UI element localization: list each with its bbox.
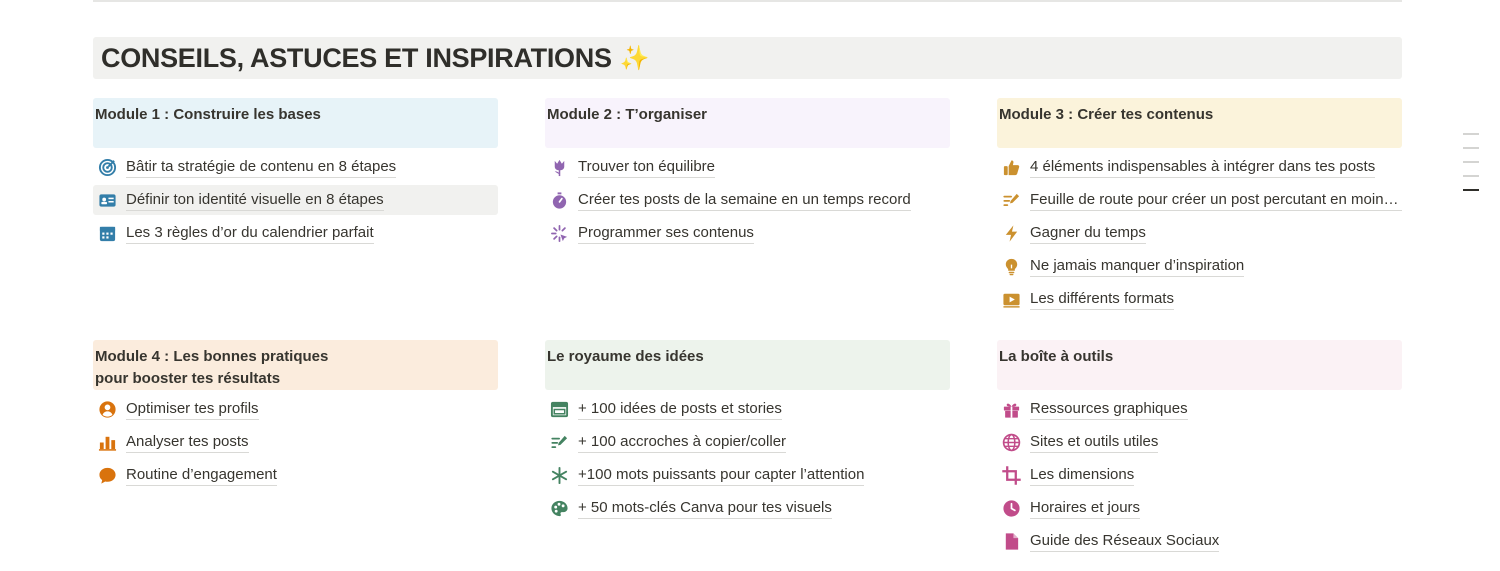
page-link-label: Créer tes posts de la semaine en un temp… xyxy=(578,190,911,211)
page-link[interactable]: Créer tes posts de la semaine en un temp… xyxy=(545,185,950,215)
page-link-label: Trouver ton équilibre xyxy=(578,157,716,178)
page-link[interactable]: Horaires et jours xyxy=(997,493,1402,523)
stopwatch-icon xyxy=(549,190,569,210)
tulip-icon xyxy=(549,157,569,177)
asterisk-icon xyxy=(549,465,569,485)
page-link-list: Bâtir ta stratégie de contenu en 8 étape… xyxy=(93,152,498,248)
toc-marker-active[interactable] xyxy=(1463,189,1479,191)
module-block-toolbox: La boîte à outils Ressources graphiques Si… xyxy=(997,340,1402,559)
module-block-module-4: Module 4 : Les bonnes pratiques pour boo… xyxy=(93,340,498,493)
page-link-list: Trouver ton équilibre Créer tes posts de … xyxy=(545,152,950,248)
toc-marker[interactable] xyxy=(1463,161,1479,163)
document-icon xyxy=(1001,531,1021,551)
lightning-icon xyxy=(1001,223,1021,243)
thumbs-up-icon xyxy=(1001,157,1021,177)
calendar-icon xyxy=(97,223,117,243)
bar-chart-icon xyxy=(97,432,117,452)
page-link-label: Les différents formats xyxy=(1030,289,1174,310)
page-link-label: + 100 accroches à copier/coller xyxy=(578,432,787,453)
page-link[interactable]: Gagner du temps xyxy=(997,218,1402,248)
palette-icon xyxy=(549,498,569,518)
lightbulb-icon xyxy=(1001,256,1021,276)
page-link[interactable]: + 50 mots-clés Canva pour tes visuels xyxy=(545,493,950,523)
module-block-module-2: Module 2 : T’organiser Trouver ton équili… xyxy=(545,98,950,251)
write-icon xyxy=(1001,190,1021,210)
top-divider xyxy=(93,0,1402,2)
page-link-list: + 100 idées de posts et stories + 100 acc… xyxy=(545,394,950,523)
page-link[interactable]: Ressources graphiques xyxy=(997,394,1402,424)
section-heading: CONSEILS, ASTUCES ET INSPIRATIONS ✨ xyxy=(93,37,1402,79)
id-card-icon xyxy=(97,190,117,210)
gift-icon xyxy=(1001,399,1021,419)
page-link[interactable]: 4 éléments indispensables à intégrer dan… xyxy=(997,152,1402,182)
page-link[interactable]: Feuille de route pour créer un post perc… xyxy=(997,185,1402,215)
sparkle-cursor-icon xyxy=(549,223,569,243)
page-link-label: Analyser tes posts xyxy=(126,432,249,453)
page-link-label: Définir ton identité visuelle en 8 étape… xyxy=(126,190,384,211)
module-block-module-3: Module 3 : Créer tes contenus 4 éléments … xyxy=(997,98,1402,317)
page-link-list: 4 éléments indispensables à intégrer dan… xyxy=(997,152,1402,314)
toc-marker[interactable] xyxy=(1463,133,1479,135)
page-link[interactable]: Optimiser tes profils xyxy=(93,394,498,424)
page-link[interactable]: + 100 idées de posts et stories xyxy=(545,394,950,424)
page-link[interactable]: Routine d’engagement xyxy=(93,460,498,490)
page-link-label: Optimiser tes profils xyxy=(126,399,259,420)
page-link-label: Guide des Réseaux Sociaux xyxy=(1030,531,1220,552)
page-link-list: Optimiser tes profils Analyser tes posts R… xyxy=(93,394,498,490)
section-heading-text: CONSEILS, ASTUCES ET INSPIRATIONS xyxy=(101,42,612,73)
page-link-label: Ne jamais manquer d’inspiration xyxy=(1030,256,1245,277)
page-link-label: Bâtir ta stratégie de contenu en 8 étape… xyxy=(126,157,397,178)
page-link-label: Gagner du temps xyxy=(1030,223,1146,244)
clock-icon xyxy=(1001,498,1021,518)
module-title: Module 4 : Les bonnes pratiques pour boo… xyxy=(93,340,498,390)
page-link-label: +100 mots puissants pour capter l’attent… xyxy=(578,465,865,486)
globe-icon xyxy=(1001,432,1021,452)
page-link[interactable]: Ne jamais manquer d’inspiration xyxy=(997,251,1402,281)
module-title: Module 3 : Créer tes contenus xyxy=(997,98,1402,148)
page-link-label: + 50 mots-clés Canva pour tes visuels xyxy=(578,498,832,519)
page-link-label: Feuille de route pour créer un post perc… xyxy=(1030,190,1402,211)
page-link-label: + 100 idées de posts et stories xyxy=(578,399,782,420)
page-link[interactable]: + 100 accroches à copier/coller xyxy=(545,427,950,457)
page-link-label: Les dimensions xyxy=(1030,465,1135,486)
page-link[interactable]: Sites et outils utiles xyxy=(997,427,1402,457)
page-link[interactable]: Programmer ses contenus xyxy=(545,218,950,248)
user-circle-icon xyxy=(97,399,117,419)
page-link-label: Programmer ses contenus xyxy=(578,223,754,244)
page-link[interactable]: Les différents formats xyxy=(997,284,1402,314)
page-link[interactable]: Trouver ton équilibre xyxy=(545,152,950,182)
page-link-label: Horaires et jours xyxy=(1030,498,1141,519)
sparkles-icon: ✨ xyxy=(619,44,650,72)
table-of-contents-minimap[interactable] xyxy=(1463,133,1479,203)
page-link[interactable]: Analyser tes posts xyxy=(93,427,498,457)
page-link-list: Ressources graphiques Sites et outils uti… xyxy=(997,394,1402,556)
module-block-ideas-kingdom: Le royaume des idées + 100 idées de posts… xyxy=(545,340,950,526)
module-title: Le royaume des idées xyxy=(545,340,950,390)
page-link[interactable]: Bâtir ta stratégie de contenu en 8 étape… xyxy=(93,152,498,182)
page-link-label: Les 3 règles d’or du calendrier parfait xyxy=(126,223,374,244)
page-link-label: Ressources graphiques xyxy=(1030,399,1188,420)
module-title: Module 1 : Construire les bases xyxy=(93,98,498,148)
page-link[interactable]: +100 mots puissants pour capter l’attent… xyxy=(545,460,950,490)
target-icon xyxy=(97,157,117,177)
toc-marker[interactable] xyxy=(1463,175,1479,177)
page-link-label: 4 éléments indispensables à intégrer dan… xyxy=(1030,157,1376,178)
video-icon xyxy=(1001,289,1021,309)
write-icon xyxy=(549,432,569,452)
crop-icon xyxy=(1001,465,1021,485)
page-link[interactable]: Les dimensions xyxy=(997,460,1402,490)
page-link-label: Routine d’engagement xyxy=(126,465,277,486)
page-link[interactable]: Définir ton identité visuelle en 8 étape… xyxy=(93,185,498,215)
chat-bubble-icon xyxy=(97,465,117,485)
module-block-module-1: Module 1 : Construire les bases Bâtir ta … xyxy=(93,98,498,251)
page-link[interactable]: Guide des Réseaux Sociaux xyxy=(997,526,1402,556)
module-title: Module 2 : T’organiser xyxy=(545,98,950,148)
layout-icon xyxy=(549,399,569,419)
toc-marker[interactable] xyxy=(1463,147,1479,149)
page-link[interactable]: Les 3 règles d’or du calendrier parfait xyxy=(93,218,498,248)
module-title: La boîte à outils xyxy=(997,340,1402,390)
page-link-label: Sites et outils utiles xyxy=(1030,432,1159,453)
